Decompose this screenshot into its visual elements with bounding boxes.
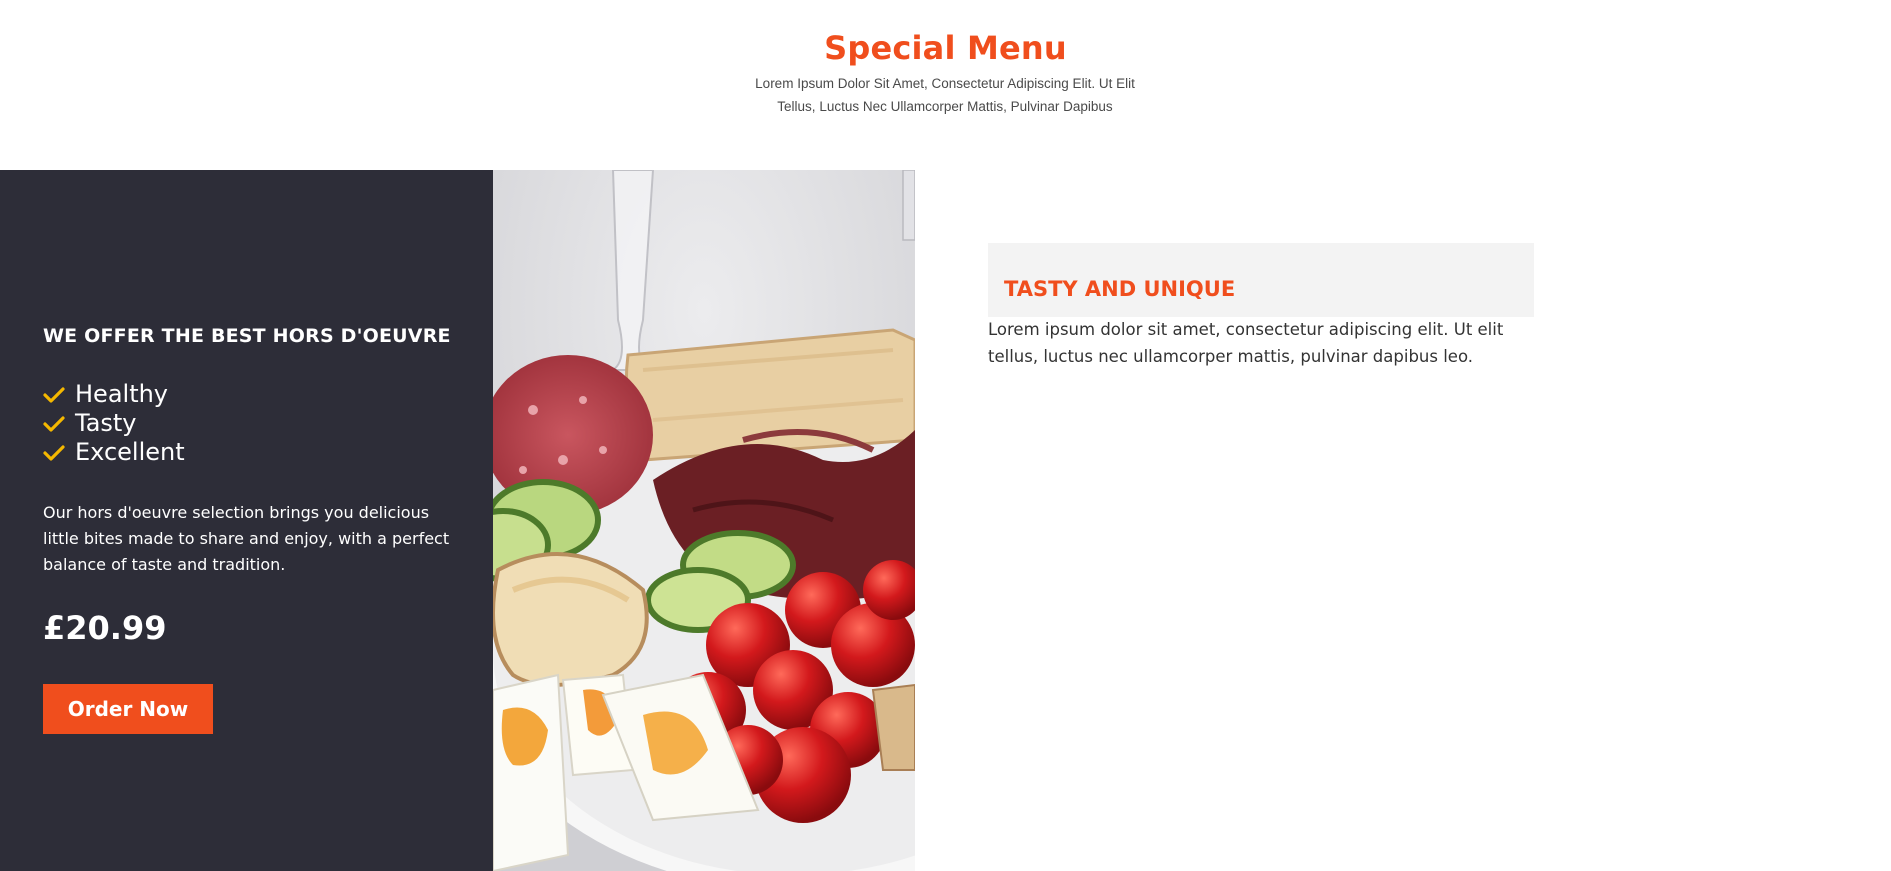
info-heading-box: TASTY AND UNIQUE: [988, 243, 1534, 317]
info-text: Lorem ipsum dolor sit amet, consectetur …: [988, 320, 1504, 366]
feature-label: Tasty: [75, 409, 137, 437]
feature-item: Excellent: [43, 438, 185, 467]
feature-item: Tasty: [43, 409, 185, 438]
info-title: TASTY AND UNIQUE: [1004, 277, 1236, 301]
feature-item: Healthy: [43, 380, 185, 409]
offer-description: Our hors d'oeuvre selection brings you d…: [43, 503, 450, 574]
check-icon: [43, 380, 66, 409]
check-icon: [43, 438, 66, 467]
feature-label: Healthy: [75, 380, 169, 408]
feature-list: Healthy Tasty Excellent: [43, 380, 185, 467]
page-subtitle: Lorem Ipsum Dolor Sit Amet, Consectetur …: [755, 76, 1135, 114]
offer-title: WE OFFER THE BEST HORS D'OEUVRE: [43, 325, 451, 347]
page: Special Menu Lorem Ipsum Dolor Sit Amet,…: [0, 0, 1891, 871]
price: £20.99: [43, 609, 167, 647]
order-now-button[interactable]: Order Now: [43, 684, 213, 734]
page-title: Special Menu: [824, 29, 1067, 67]
offer-panel: WE OFFER THE BEST HORS D'OEUVRE Healthy …: [0, 170, 493, 871]
food-platter-image: [493, 170, 915, 871]
check-icon: [43, 409, 66, 438]
feature-label: Excellent: [75, 438, 185, 466]
